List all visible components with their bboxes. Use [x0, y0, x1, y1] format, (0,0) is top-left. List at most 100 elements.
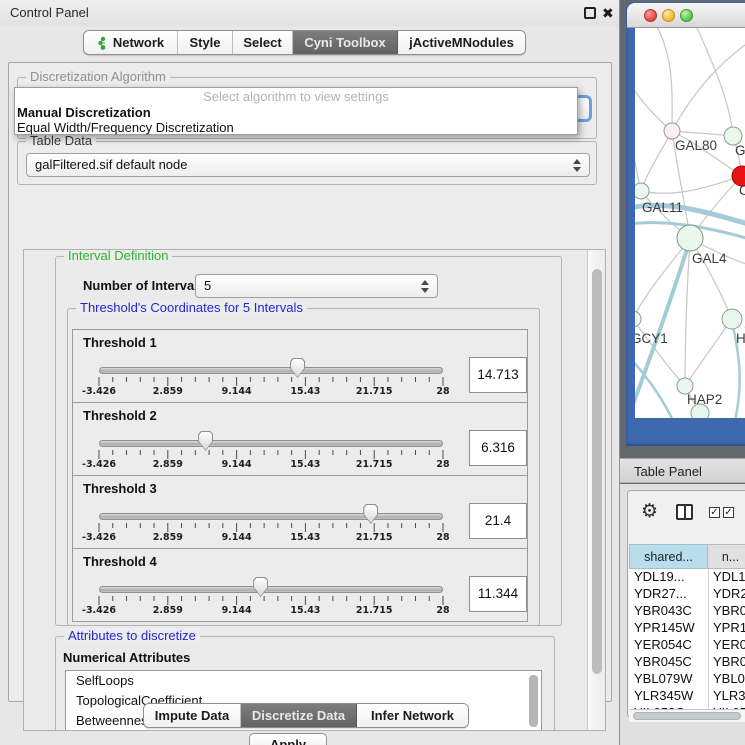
cell-shared-name: YPR145W [634, 620, 706, 636]
tab-style[interactable]: Style [178, 31, 233, 54]
table-row[interactable]: YDR27...YDR27... [629, 586, 745, 603]
threshold-label: Threshold 1 [83, 335, 157, 350]
tab-label: Select [243, 35, 281, 50]
tick-label: 2.859 [146, 386, 190, 397]
select-all-checkbox-icon[interactable]: ✓ [709, 507, 720, 518]
network-edge[interactable] [695, 28, 733, 136]
GAL80-node[interactable] [664, 123, 680, 139]
node-label-G: G [735, 143, 745, 158]
tab-cyni-toolbox[interactable]: Cyni Toolbox [293, 31, 398, 54]
discretization-algorithm-label: Discretization Algorithm [26, 69, 170, 84]
close-traffic-light-icon[interactable] [644, 9, 657, 22]
algorithm-popup-hint: Select algorithm to view settings [15, 89, 577, 104]
threshold-slider-track[interactable] [99, 586, 443, 593]
table-row[interactable]: YBL079WYBL079W [629, 671, 745, 688]
tick-label: 15.43 [283, 532, 327, 543]
tick-label: 28 [421, 386, 465, 397]
table-hscrollbar-thumb[interactable] [633, 712, 741, 720]
algorithm-option-0[interactable]: Manual Discretization [17, 105, 151, 120]
network-canvas[interactable]: GAL80GCGAL11GAL4GCY1HHAP2 [635, 28, 745, 418]
tick-label: 15.43 [283, 459, 327, 470]
table-column-name[interactable]: n... [708, 544, 745, 569]
tick-label: 15.43 [283, 386, 327, 397]
network-icon [97, 36, 108, 50]
tab-impute-data[interactable]: Impute Data [144, 704, 241, 727]
tick-label: 9.144 [215, 459, 259, 470]
algorithm-option-1[interactable]: Equal Width/Frequency Discretization [17, 120, 234, 135]
GAL4-node[interactable] [677, 225, 703, 251]
node-label-GCY1: GCY1 [635, 331, 668, 346]
tab-jactivemnodules[interactable]: jActiveMNodules [398, 31, 525, 54]
threshold-panel-2: Threshold 2-3.4262.8599.14415.4321.71528… [72, 402, 528, 476]
algorithm-dropdown-popup: Select algorithm to view settings Manual… [14, 87, 578, 135]
cell-shared-name: YBR045C [634, 654, 706, 670]
number-of-intervals-combobox[interactable]: 5 [195, 274, 438, 298]
tab-infer-network[interactable]: Infer Network [357, 704, 468, 727]
node-label-GAL11: GAL11 [642, 200, 683, 215]
node-label-HAP2: HAP2 [687, 392, 722, 407]
column-selector-icon[interactable] [676, 504, 693, 520]
table-row[interactable]: YDL19...YDL19... [629, 569, 745, 586]
threshold-slider-thumb[interactable] [198, 431, 213, 451]
zoom-traffic-light-icon[interactable] [680, 9, 693, 22]
control-panel-titlebar: Control Panel ✖ [0, 0, 619, 26]
threshold-slider-track[interactable] [99, 513, 443, 520]
tick-label: -3.426 [77, 532, 121, 543]
cell-name: YBL079W [713, 671, 745, 687]
threshold-slider-track[interactable] [99, 367, 443, 374]
network-edge[interactable] [685, 319, 732, 386]
H-node[interactable] [722, 309, 742, 329]
network-edge[interactable] [685, 238, 690, 386]
table-data-combobox[interactable]: galFiltered.sif default node [26, 153, 590, 177]
network-edge[interactable] [635, 238, 690, 319]
network-edge[interactable] [672, 38, 745, 131]
threshold-label: Threshold 3 [83, 481, 157, 496]
threshold-slider-track[interactable] [99, 440, 443, 447]
table-horizontal-scrollbar[interactable] [629, 709, 745, 722]
close-icon[interactable]: ✖ [602, 7, 614, 19]
attributes-list-scrollbar-thumb[interactable] [529, 675, 538, 727]
GAL11-node[interactable] [635, 183, 649, 199]
settings-scrollbar-thumb[interactable] [592, 269, 602, 674]
gear-icon[interactable]: ⚙ [641, 502, 658, 521]
node-table-card: ⚙ ✓ ✓ shared... n... YDL19...YDL19...YDR… [627, 490, 745, 718]
threshold-value-field[interactable]: 6.316 [469, 430, 527, 466]
tick-label: 21.715 [352, 532, 396, 543]
network-edge[interactable] [641, 176, 742, 193]
network-view-window[interactable]: GAL80GCGAL11GAL4GCY1HHAP2 [626, 2, 745, 446]
tick-label: 21.715 [352, 459, 396, 470]
threshold-slider-thumb[interactable] [290, 358, 305, 378]
apply-button[interactable]: Apply [249, 733, 327, 745]
tab-discretize-data[interactable]: Discretize Data [241, 704, 357, 727]
threshold-value-field[interactable]: 14.713 [469, 357, 527, 393]
attribute-list-item[interactable]: SelfLoops [66, 671, 541, 691]
table-row[interactable]: YBR045CYBR045C [629, 654, 745, 671]
number-of-intervals-label: Number of Intervals [83, 278, 205, 293]
tab-network[interactable]: Network [84, 31, 178, 54]
tick-label: 2.859 [146, 532, 190, 543]
top-tabstrip: NetworkStyle Select Cyni Toolbox jActiveMNo… [83, 30, 526, 55]
minimize-traffic-light-icon[interactable] [662, 9, 675, 22]
network-edge[interactable] [635, 68, 672, 131]
float-window-icon[interactable] [584, 7, 596, 19]
network-edge[interactable] [635, 108, 641, 191]
tick-label: 2.859 [146, 605, 190, 616]
table-row[interactable]: YER054CYER054C [629, 637, 745, 654]
network-edge[interactable] [641, 131, 672, 191]
threshold-slider-thumb[interactable] [363, 504, 378, 524]
table-column-shared-name[interactable]: shared... [629, 544, 708, 569]
GCY1-node[interactable] [635, 311, 641, 327]
tab-select[interactable]: Select [233, 31, 293, 54]
threshold-value-field[interactable]: 11.344 [469, 576, 527, 612]
table-row[interactable]: YPR145WYPR145W [629, 620, 745, 637]
table-row[interactable]: YLR345WYLR345W [629, 688, 745, 705]
cell-name: YBR043C [713, 603, 745, 619]
network-edge[interactable] [655, 28, 672, 131]
table-panel-title: Table Panel [634, 464, 702, 479]
select-none-checkbox-icon[interactable]: ✓ [723, 507, 734, 518]
threshold-slider-thumb[interactable] [253, 577, 268, 597]
table-row[interactable]: YBR043CYBR043C [629, 603, 745, 620]
tab-label: jActiveMNodules [409, 35, 514, 50]
settings-vertical-scrollbar[interactable] [587, 250, 605, 730]
threshold-value-field[interactable]: 21.4 [469, 503, 527, 539]
